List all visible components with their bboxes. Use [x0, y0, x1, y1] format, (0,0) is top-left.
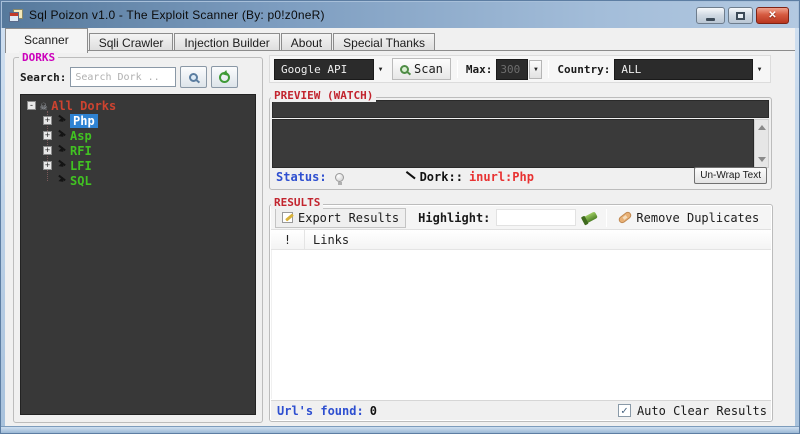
- search-button[interactable]: [180, 66, 208, 88]
- tree-item-label: Asp: [70, 128, 92, 143]
- dork-value: inurl:Php: [468, 170, 534, 184]
- scanner-panel: DORKS Search: - ☠ All Dorks + Php: [5, 50, 795, 426]
- preview-scrollbar[interactable]: [754, 119, 769, 168]
- close-icon: ✕: [768, 10, 777, 21]
- column-flag[interactable]: !: [271, 230, 305, 249]
- preview-header-bar: [272, 100, 769, 118]
- tab-scanner[interactable]: Scanner: [5, 28, 88, 53]
- dorks-group: Search: - ☠ All Dorks + Php: [13, 57, 263, 423]
- scan-toolbar: Google API Scan Max: 300 Country: ALL: [269, 55, 771, 83]
- results-group: Export Results Highlight: Remove Duplica…: [269, 204, 773, 422]
- expand-icon[interactable]: +: [43, 116, 52, 125]
- dork-arrow-icon: [56, 146, 66, 156]
- app-icon: [9, 8, 23, 22]
- max-label: Max:: [465, 62, 493, 76]
- scroll-down-icon[interactable]: [755, 154, 768, 167]
- country-label: Country:: [557, 62, 611, 76]
- app-window: Sql Poizon v1.0 - The Exploit Scanner (B…: [0, 0, 800, 434]
- dork-arrow-icon: [56, 161, 66, 171]
- tree-item-rfi[interactable]: + RFI: [21, 143, 255, 158]
- highlight-button[interactable]: [580, 208, 600, 228]
- bandage-icon: [617, 210, 634, 225]
- unwrap-text-button[interactable]: Un-Wrap Text: [694, 167, 767, 184]
- tree-item-label: RFI: [70, 143, 92, 158]
- scan-button[interactable]: Scan: [392, 58, 451, 80]
- status-label: Status:: [276, 170, 327, 184]
- results-list[interactable]: [271, 250, 771, 399]
- close-button[interactable]: ✕: [756, 7, 789, 24]
- flashlight-icon: [583, 211, 598, 224]
- toolbar-separator: [456, 60, 458, 78]
- auto-clear-label: Auto Clear Results: [636, 403, 767, 418]
- bulb-icon: [334, 172, 344, 185]
- minimize-icon: [706, 17, 715, 21]
- tree-item-lfi[interactable]: + LFI: [21, 158, 255, 173]
- minimize-button[interactable]: [696, 7, 725, 24]
- dork-arrow-icon: [56, 131, 66, 141]
- refresh-button[interactable]: [211, 66, 239, 88]
- pen-icon: [406, 171, 418, 183]
- toolbar-separator: [606, 208, 608, 227]
- results-footer: Url's found: 0 Auto Clear Results: [271, 400, 771, 420]
- window-border-bottom: [1, 426, 799, 433]
- scan-button-label: Scan: [414, 62, 443, 76]
- max-dropdown-arrow-icon[interactable]: [529, 59, 543, 79]
- country-dropdown[interactable]: ALL: [614, 58, 753, 80]
- tab-strip: Scanner Sqli Crawler Injection Builder Abou…: [5, 28, 795, 53]
- refresh-icon: [219, 71, 231, 83]
- dork-tree: - ☠ All Dorks + Php + Asp + RFI + LFI SQ…: [20, 94, 256, 415]
- tree-item-sql[interactable]: SQL: [21, 173, 255, 188]
- scroll-up-icon[interactable]: [755, 120, 768, 133]
- dorks-group-label: DORKS: [19, 51, 59, 64]
- results-group-label: RESULTS: [271, 196, 324, 209]
- tree-item-label: LFI: [70, 158, 92, 173]
- urls-found-value: 0: [369, 403, 377, 418]
- tree-item-all-dorks[interactable]: - ☠ All Dorks: [21, 98, 255, 113]
- maximize-button[interactable]: [728, 7, 753, 24]
- highlight-label: Highlight:: [418, 210, 491, 225]
- dork-arrow-icon: [56, 176, 66, 186]
- expand-icon[interactable]: +: [43, 146, 52, 155]
- status-row: Status: Dork:: inurl:Php Un-Wrap Text: [272, 167, 769, 187]
- preview-textarea[interactable]: [272, 119, 754, 168]
- tree-item-label: Php: [70, 113, 98, 128]
- dork-arrow-icon: [56, 116, 66, 126]
- dork-label: Dork::: [419, 170, 463, 184]
- auto-clear-checkbox[interactable]: [617, 404, 631, 417]
- tree-item-label: All Dorks: [51, 98, 117, 113]
- scan-icon: [400, 64, 409, 74]
- search-engine-dropdown[interactable]: Google API: [274, 58, 374, 80]
- toolbar-separator: [548, 60, 550, 78]
- window-border-right: [795, 28, 799, 433]
- expand-icon[interactable]: +: [43, 161, 52, 170]
- collapse-icon[interactable]: -: [27, 101, 36, 110]
- window-border-left: [1, 28, 5, 433]
- country-dropdown-arrow-icon[interactable]: [753, 60, 766, 79]
- maximize-icon: [736, 11, 745, 20]
- tree-item-asp[interactable]: + Asp: [21, 128, 255, 143]
- column-links[interactable]: Links: [305, 233, 349, 247]
- preview-group: Status: Dork:: inurl:Php Un-Wrap Text: [269, 97, 772, 190]
- export-button-label: Export Results: [298, 210, 400, 225]
- search-input[interactable]: [70, 67, 177, 87]
- window-title: Sql Poizon v1.0 - The Exploit Scanner (B…: [29, 8, 325, 22]
- export-icon: [282, 212, 293, 223]
- results-toolbar: Export Results Highlight: Remove Duplica…: [271, 206, 771, 230]
- tree-item-label: SQL: [70, 173, 92, 188]
- tree-item-php[interactable]: + Php: [21, 113, 255, 128]
- urls-found-label: Url's found:: [277, 403, 364, 418]
- results-column-header: ! Links: [271, 230, 771, 250]
- remove-duplicates-label: Remove Duplicates: [636, 210, 760, 225]
- highlight-input[interactable]: [496, 209, 577, 226]
- skull-icon: ☠: [40, 98, 48, 113]
- export-results-button[interactable]: Export Results: [275, 207, 407, 228]
- search-label: Search:: [20, 70, 67, 84]
- title-bar: Sql Poizon v1.0 - The Exploit Scanner (B…: [2, 2, 798, 28]
- max-dropdown[interactable]: 300: [496, 58, 529, 80]
- remove-duplicates-button[interactable]: Remove Duplicates: [613, 208, 764, 228]
- preview-group-label: PREVIEW (WATCH): [271, 89, 377, 102]
- search-icon: [189, 72, 199, 82]
- expand-icon[interactable]: +: [43, 131, 52, 140]
- engine-dropdown-arrow-icon[interactable]: [374, 60, 387, 79]
